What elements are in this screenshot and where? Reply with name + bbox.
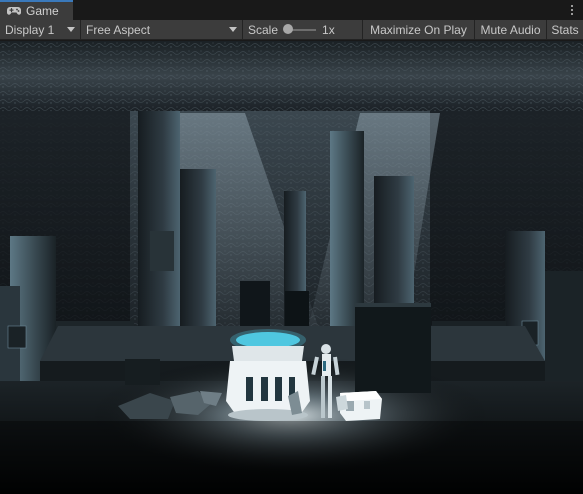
game-window: Game Display 1 Free Aspect Scale 1x Maxi… bbox=[0, 0, 583, 494]
scale-slider[interactable] bbox=[283, 23, 317, 34]
scale-label: Scale bbox=[248, 22, 279, 37]
mute-audio-toggle[interactable]: Mute Audio bbox=[475, 20, 547, 39]
mute-audio-label: Mute Audio bbox=[480, 22, 541, 37]
tab-game-label: Game bbox=[26, 4, 59, 18]
tab-game[interactable]: Game bbox=[0, 0, 73, 20]
chevron-down-icon bbox=[67, 27, 75, 32]
display-dropdown-label: Display 1 bbox=[5, 22, 55, 37]
stats-toggle[interactable]: Stats bbox=[547, 20, 583, 39]
game-view[interactable] bbox=[0, 41, 583, 494]
aspect-dropdown[interactable]: Free Aspect bbox=[81, 20, 243, 39]
chevron-down-icon bbox=[229, 27, 237, 32]
kebab-menu-icon[interactable] bbox=[567, 2, 577, 18]
scale-control: Scale 1x bbox=[243, 20, 363, 39]
maximize-on-play-toggle[interactable]: Maximize On Play bbox=[363, 20, 475, 39]
display-dropdown[interactable]: Display 1 bbox=[0, 20, 81, 39]
scale-value: 1x bbox=[322, 22, 335, 37]
scale-slider-thumb[interactable] bbox=[283, 23, 294, 34]
maximize-on-play-label: Maximize On Play bbox=[370, 22, 467, 37]
stats-label: Stats bbox=[551, 22, 579, 37]
gamepad-icon bbox=[7, 6, 21, 16]
tab-bar: Game bbox=[0, 0, 583, 20]
scene-render bbox=[0, 41, 583, 494]
aspect-dropdown-label: Free Aspect bbox=[86, 22, 151, 37]
game-toolbar: Display 1 Free Aspect Scale 1x Maximize … bbox=[0, 20, 583, 40]
